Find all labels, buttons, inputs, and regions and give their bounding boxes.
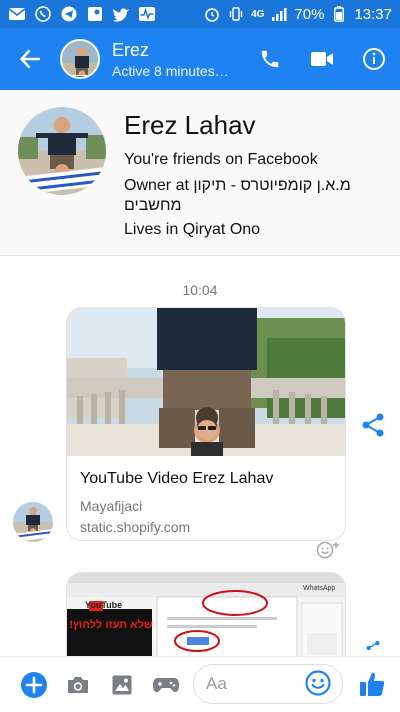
video-call-button[interactable]: [296, 28, 348, 90]
maps-icon: [86, 6, 104, 22]
network-type: 4G: [251, 8, 265, 20]
system-status: 4G 70% 13:37: [203, 6, 392, 23]
activity-icon: [138, 6, 156, 22]
share-button[interactable]: [358, 410, 388, 440]
link-domain: static.shopify.com: [80, 519, 191, 535]
active-status: Active 8 minutes…: [112, 62, 229, 79]
twitter-icon: [112, 6, 130, 22]
signal-icon: [270, 6, 288, 22]
whatsapp-icon: [34, 6, 52, 22]
thumbs-up-icon: [360, 672, 385, 696]
more-actions-button[interactable]: [12, 657, 56, 712]
message-timestamp: 10:04: [182, 282, 218, 298]
profile-photo[interactable]: [18, 107, 106, 195]
emoji-icon: [305, 670, 331, 696]
video-icon: [311, 52, 333, 66]
emoji-button[interactable]: [303, 668, 333, 698]
image-icon: [112, 675, 132, 694]
back-button[interactable]: [0, 28, 60, 90]
notification-icons: [8, 6, 156, 22]
location-info: Lives in Qiryat Ono: [124, 221, 261, 238]
friendship-status: You're friends on Facebook: [124, 151, 318, 168]
gamepad-icon: [153, 677, 179, 692]
link-source: Mayafijaci: [80, 498, 143, 514]
avatar[interactable]: [60, 39, 100, 79]
profile-name: Erez Lahav: [124, 110, 256, 140]
info-icon: [363, 48, 385, 70]
link-title: YouTube Video Erez Lahav: [80, 470, 274, 487]
sender-avatar[interactable]: [13, 502, 53, 542]
profile-intro: Erez Lahav You're friends on Facebook Ow…: [0, 90, 400, 256]
call-button[interactable]: [244, 28, 296, 90]
contact-name[interactable]: Erez: [112, 40, 229, 61]
battery-percent: 70%: [294, 5, 325, 23]
games-button[interactable]: [144, 657, 188, 712]
mail-icon: [8, 6, 26, 22]
vibrate-icon: [227, 6, 245, 22]
smiley-plus-icon: [316, 541, 339, 559]
plus-circle-icon: [21, 671, 47, 698]
info-button[interactable]: [348, 28, 400, 90]
gallery-button[interactable]: [100, 657, 144, 712]
share-icon: [366, 640, 380, 651]
camera-button[interactable]: [56, 657, 100, 712]
youtube-logo-text: YouTube: [85, 600, 123, 610]
status-bar: 4G 70% 13:37: [0, 0, 400, 28]
whatsapp-label: WhatsApp: [303, 585, 336, 592]
work-info: Owner at מ.א.ן קומפיוטרס - תיקון מחשבים: [124, 177, 351, 214]
add-reaction-button[interactable]: [314, 538, 344, 560]
alarm-icon: [203, 6, 221, 22]
phone-icon: [261, 50, 279, 68]
back-arrow-icon: [20, 49, 41, 69]
battery-icon: [330, 6, 348, 22]
conversation-header: Erez Active 8 minutes…: [0, 28, 400, 90]
hebrew-banner-text: שלא תעזו ללחוץ!: [69, 619, 153, 631]
camera-icon: [68, 676, 88, 693]
link-preview-image: [67, 308, 345, 456]
share-icon: [362, 413, 384, 437]
telegram-icon: [60, 6, 78, 22]
like-button[interactable]: [352, 664, 392, 704]
clock: 13:37: [354, 5, 392, 23]
link-preview-card[interactable]: YouTube Video Erez Lahav Mayafijaci stat…: [66, 307, 346, 541]
